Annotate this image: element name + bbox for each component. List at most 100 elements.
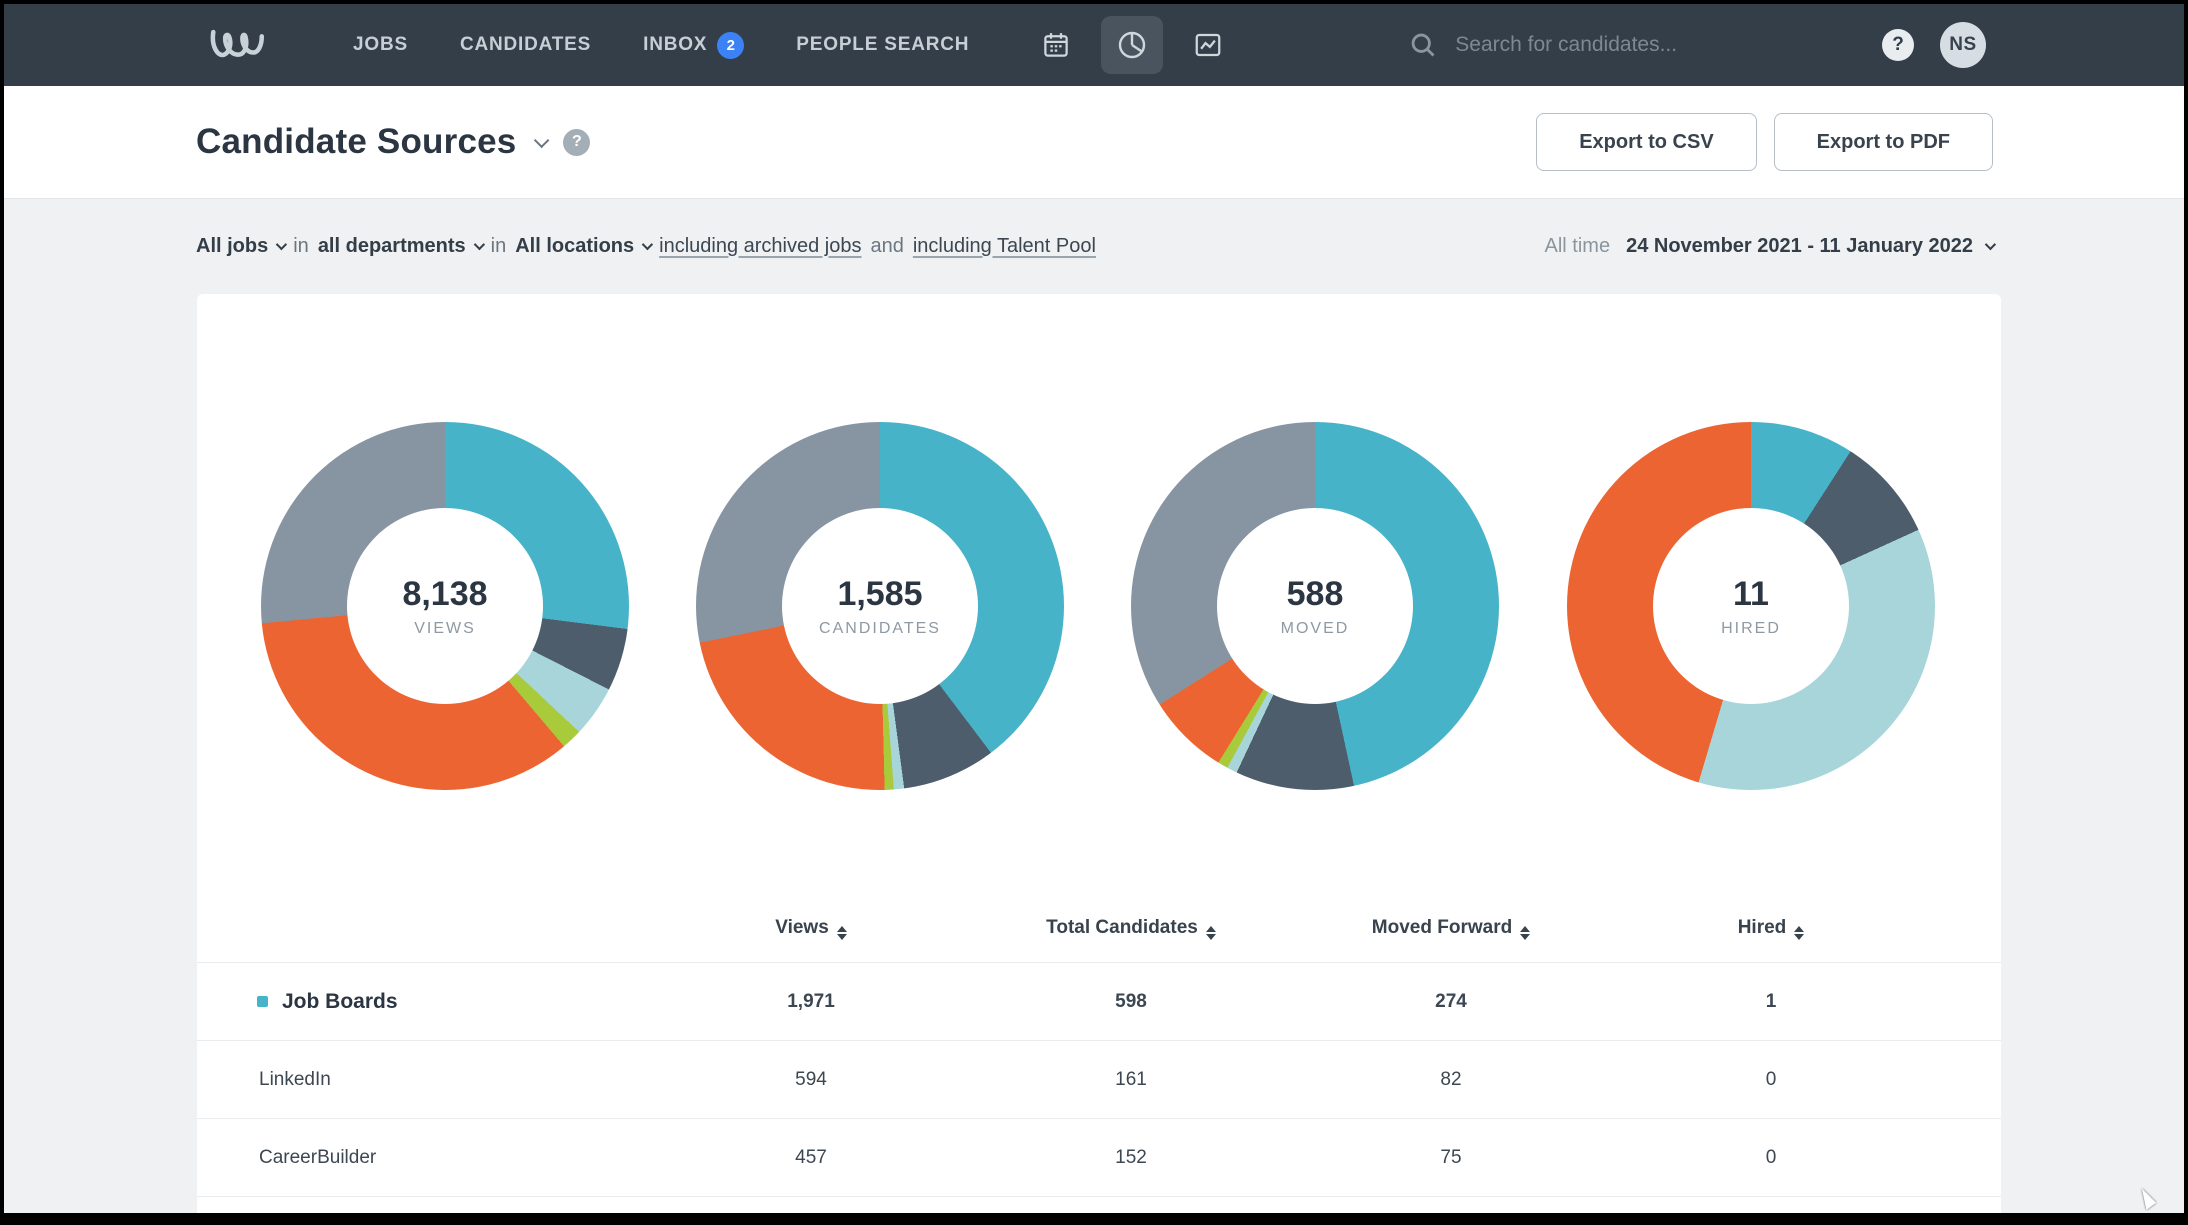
source-name: CareerBuilder <box>259 1147 376 1169</box>
search-icon <box>1409 31 1437 59</box>
job-boards-legend-swatch <box>257 996 268 1007</box>
moved-column-header[interactable]: Moved Forward <box>1291 917 1611 940</box>
views-donut-chart[interactable]: 8,138 VIEWS <box>261 422 629 790</box>
moved-donut-chart[interactable]: 588 MOVED <box>1131 422 1499 790</box>
sources-table: Views Total Candidates Moved Forward Hir… <box>197 894 2001 1213</box>
table-row-indeed-clipped[interactable]: Indeed 433 145 73 0 <box>197 1196 2001 1213</box>
moved-total: 588 <box>1287 575 1344 614</box>
period-label: All time <box>1545 235 1611 258</box>
filter-conjunction: in <box>491 235 507 258</box>
candidates-cell: 598 <box>971 991 1291 1013</box>
calendar-icon[interactable] <box>1025 16 1087 74</box>
talent-pool-toggle[interactable]: including Talent Pool <box>913 235 1096 258</box>
views-cell: 594 <box>651 1069 971 1091</box>
candidates-header-label: Total Candidates <box>1046 917 1198 938</box>
table-row-linkedin[interactable]: LinkedIn 594 161 82 0 <box>197 1040 2001 1118</box>
candidates-donut-chart[interactable]: 1,585 CANDIDATES <box>696 422 1064 790</box>
sort-icon <box>837 926 847 940</box>
moved-donut-center: 588 MOVED <box>1217 508 1413 704</box>
search-placeholder: Search for candidates... <box>1455 33 1677 57</box>
report-help-icon[interactable]: ? <box>563 129 590 156</box>
views-caption: VIEWS <box>414 620 476 638</box>
departments-filter-label: all departments <box>318 235 466 258</box>
filters: All jobs in all departments in All locat… <box>196 235 1096 258</box>
candidates-total: 1,585 <box>837 575 922 614</box>
help-icon[interactable]: ? <box>1882 29 1914 61</box>
hired-donut-center: 11 HIRED <box>1653 508 1849 704</box>
reports-pie-icon[interactable] <box>1101 16 1163 74</box>
hired-cell: 1 <box>1611 991 1931 1013</box>
analytics-chart-icon[interactable] <box>1177 16 1239 74</box>
nav-item-people-search[interactable]: PEOPLE SEARCH <box>796 34 969 56</box>
report-switcher-chevron-icon[interactable] <box>534 132 550 148</box>
jobs-filter-label: All jobs <box>196 235 268 258</box>
mouse-cursor <box>2142 1186 2157 1210</box>
candidates-cell: 161 <box>971 1069 1291 1091</box>
views-total: 8,138 <box>402 575 487 614</box>
source-name: LinkedIn <box>259 1069 331 1091</box>
export-csv-button[interactable]: Export to CSV <box>1536 113 1756 171</box>
workable-logo-icon[interactable] <box>209 27 265 63</box>
archived-jobs-toggle[interactable]: including archived jobs <box>659 235 861 258</box>
export-pdf-button[interactable]: Export to PDF <box>1774 113 1993 171</box>
period-range-picker[interactable]: 24 November 2021 - 11 January 2022 <box>1626 235 1993 258</box>
report-card: 8,138 VIEWS 1,585 CANDIDATES 588 MOVED 1… <box>197 294 2001 1213</box>
source-label-cell: CareerBuilder <box>197 1147 651 1169</box>
hired-header-label: Hired <box>1738 917 1787 938</box>
moved-caption: MOVED <box>1281 620 1350 638</box>
nav-right-group: ? NS <box>1882 22 1986 68</box>
hired-cell: 0 <box>1611 1147 1931 1169</box>
views-column-header[interactable]: Views <box>651 917 971 940</box>
views-cell: 1,971 <box>651 991 971 1013</box>
jobs-filter[interactable]: All jobs <box>196 235 284 258</box>
nav-item-candidates[interactable]: CANDIDATES <box>460 34 591 56</box>
nav-items: JOBS CANDIDATES INBOX 2 PEOPLE SEARCH <box>353 32 969 59</box>
views-header-label: Views <box>775 917 829 938</box>
candidates-donut-center: 1,585 CANDIDATES <box>782 508 978 704</box>
moved-header-label: Moved Forward <box>1372 917 1512 938</box>
nav-icon-group <box>1025 16 1239 74</box>
table-header-row: Views Total Candidates Moved Forward Hir… <box>197 894 2001 962</box>
title-wrap: Candidate Sources ? <box>196 122 590 162</box>
candidates-cell: 152 <box>971 1147 1291 1169</box>
filter-bar: All jobs in all departments in All locat… <box>4 198 2184 294</box>
chevron-down-icon <box>473 239 484 250</box>
table-row-careerbuilder[interactable]: CareerBuilder 457 152 75 0 <box>197 1118 2001 1196</box>
table-row-job-boards[interactable]: Job Boards 1,971 598 274 1 <box>197 962 2001 1040</box>
source-label-cell: LinkedIn <box>197 1069 651 1091</box>
locations-filter-label: All locations <box>515 235 634 258</box>
chevron-down-icon <box>276 239 287 250</box>
candidates-caption: CANDIDATES <box>819 620 941 638</box>
nav-item-jobs-label: JOBS <box>353 34 408 56</box>
page-header: Candidate Sources ? Export to CSV Export… <box>4 86 2184 198</box>
page-title: Candidate Sources <box>196 122 516 162</box>
views-donut-center: 8,138 VIEWS <box>347 508 543 704</box>
filter-conjunction: and <box>870 235 903 258</box>
top-nav: JOBS CANDIDATES INBOX 2 PEOPLE SEARCH <box>4 4 2184 86</box>
departments-filter[interactable]: all departments <box>318 235 482 258</box>
period-range-label: 24 November 2021 - 11 January 2022 <box>1626 235 1973 258</box>
moved-cell: 75 <box>1291 1147 1611 1169</box>
candidate-search[interactable]: Search for candidates... <box>1409 31 1677 59</box>
nav-item-candidates-label: CANDIDATES <box>460 34 591 56</box>
hired-column-header[interactable]: Hired <box>1611 917 1931 940</box>
locations-filter[interactable]: All locations <box>515 235 650 258</box>
moved-cell: 274 <box>1291 991 1611 1013</box>
hired-donut-chart[interactable]: 11 HIRED <box>1567 422 1935 790</box>
chevron-down-icon <box>642 239 653 250</box>
app-window: JOBS CANDIDATES INBOX 2 PEOPLE SEARCH <box>4 4 2184 1213</box>
views-cell: 457 <box>651 1147 971 1169</box>
inbox-count-badge: 2 <box>717 32 744 59</box>
user-avatar[interactable]: NS <box>1940 22 1986 68</box>
nav-item-inbox[interactable]: INBOX 2 <box>643 32 744 59</box>
source-label-cell: Job Boards <box>197 990 651 1014</box>
filter-conjunction: in <box>293 235 309 258</box>
moved-cell: 82 <box>1291 1069 1611 1091</box>
candidates-column-header[interactable]: Total Candidates <box>971 917 1291 940</box>
nav-item-jobs[interactable]: JOBS <box>353 34 408 56</box>
date-range: All time 24 November 2021 - 11 January 2… <box>1545 235 1993 258</box>
chevron-down-icon <box>1985 239 1996 250</box>
source-name: Job Boards <box>282 990 398 1014</box>
hired-caption: HIRED <box>1721 620 1781 638</box>
nav-item-inbox-label: INBOX <box>643 34 707 56</box>
